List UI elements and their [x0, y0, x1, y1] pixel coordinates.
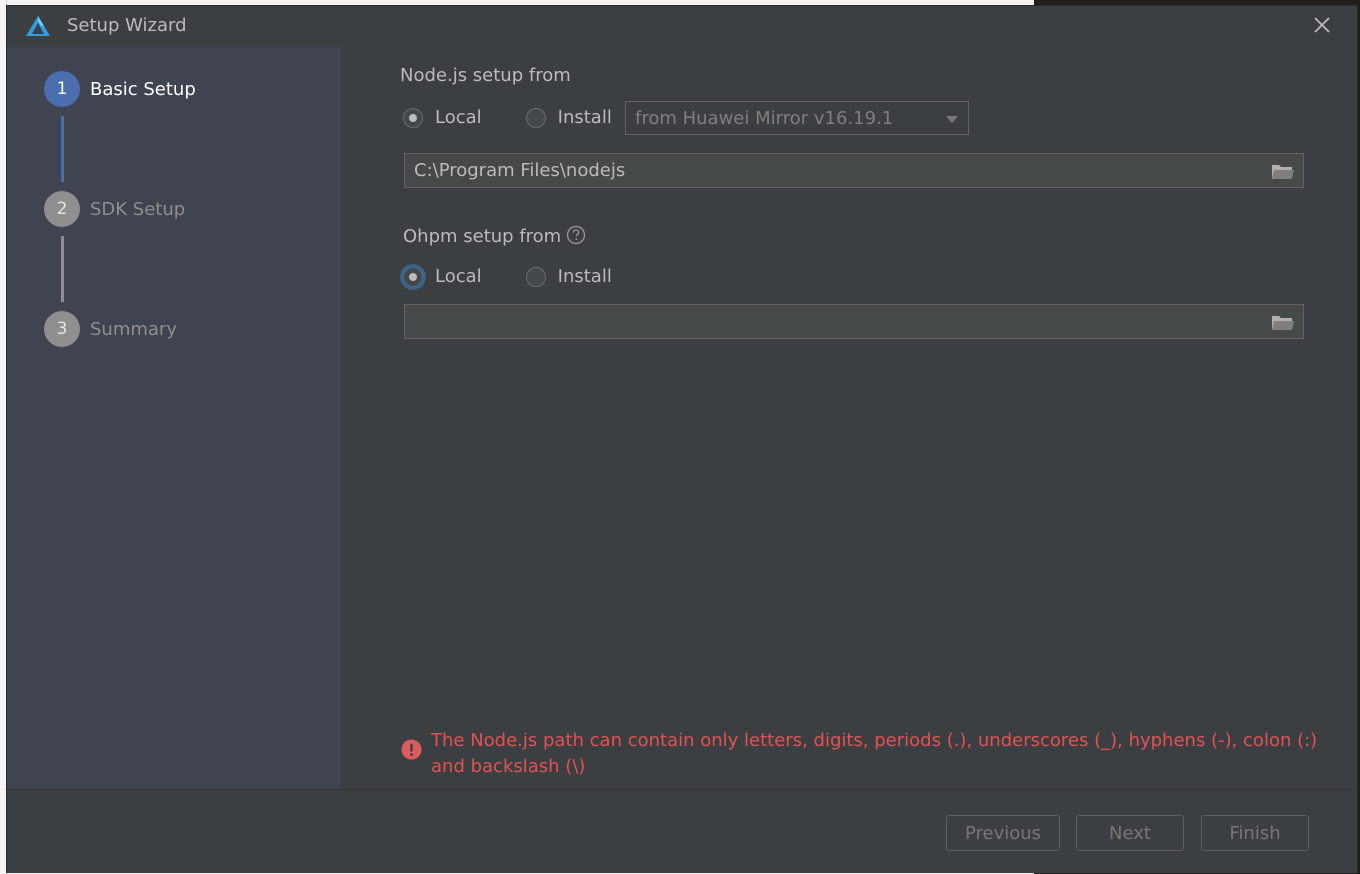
folder-icon[interactable] [1271, 313, 1295, 332]
radio-label: Install [557, 266, 612, 287]
step-number: 3 [44, 311, 80, 347]
step-number: 1 [44, 71, 80, 107]
basic-setup-panel: Node.js setup from Local Install from Hu… [341, 46, 1357, 789]
ohpm-path-input[interactable] [414, 311, 1254, 332]
close-icon[interactable] [1311, 14, 1333, 36]
step-label: SDK Setup [90, 198, 186, 220]
error-icon [401, 739, 422, 760]
previous-button[interactable]: Previous [946, 815, 1060, 851]
steps-sidebar: 1 Basic Setup 2 SDK Setup 3 Summary [7, 46, 341, 789]
radio-indicator [525, 107, 546, 128]
dialog-footer: Previous Next Finish [7, 789, 1357, 873]
mirror-select-value: from Huawei Mirror v16.19.1 [635, 107, 894, 129]
next-button[interactable]: Next [1076, 815, 1184, 851]
node-local-radio[interactable]: Local [403, 107, 482, 128]
title-bar: Setup Wizard [7, 6, 1357, 46]
app-logo-icon [26, 16, 50, 36]
help-icon[interactable] [566, 225, 586, 245]
step-label: Basic Setup [90, 78, 196, 100]
step-label: Summary [90, 318, 177, 340]
radio-indicator [525, 266, 546, 287]
radio-label: Local [435, 107, 482, 128]
node-path-input[interactable] [414, 160, 1254, 181]
error-message: The Node.js path can contain only letter… [431, 730, 1318, 777]
window-title: Setup Wizard [67, 15, 187, 36]
ohpm-source-radio-group: Local Install [403, 266, 656, 287]
finish-button[interactable]: Finish [1201, 815, 1309, 851]
ohpm-section-label: Ohpm setup from [403, 226, 562, 247]
step-connector [61, 236, 64, 302]
ohpm-install-radio[interactable]: Install [525, 266, 612, 287]
radio-label: Local [435, 266, 482, 287]
folder-icon[interactable] [1271, 162, 1295, 181]
node-source-radio-group: Local Install [403, 107, 656, 128]
node-install-radio[interactable]: Install [525, 107, 612, 128]
chevron-down-icon [946, 116, 958, 123]
step-basic-setup[interactable]: 1 Basic Setup [44, 71, 196, 107]
step-summary[interactable]: 3 Summary [44, 311, 177, 347]
ohpm-path-field[interactable] [404, 304, 1304, 339]
node-mirror-select[interactable]: from Huawei Mirror v16.19.1 [625, 101, 969, 135]
step-sdk-setup[interactable]: 2 SDK Setup [44, 191, 185, 227]
node-section-label: Node.js setup from [400, 65, 571, 86]
node-path-field[interactable] [404, 153, 1304, 188]
validation-error: The Node.js path can contain only letter… [401, 728, 1341, 780]
step-connector [61, 116, 64, 182]
radio-indicator [403, 266, 423, 287]
ohpm-local-radio[interactable]: Local [403, 266, 482, 287]
setup-wizard-dialog: Setup Wizard 1 Basic Setup 2 SDK Setup 3… [7, 6, 1357, 873]
radio-indicator [403, 107, 423, 128]
step-number: 2 [44, 191, 80, 227]
background-window-edge [0, 0, 7, 874]
radio-label: Install [557, 107, 612, 128]
